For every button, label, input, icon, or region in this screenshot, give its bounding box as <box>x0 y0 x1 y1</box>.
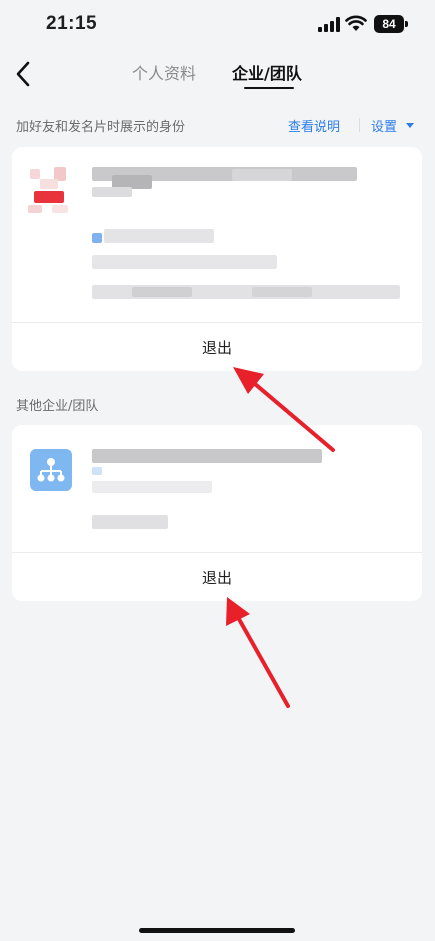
annotation-arrow-2 <box>226 597 290 708</box>
identity-section-label: 加好友和发名片时展示的身份 <box>16 120 186 135</box>
current-enterprise-card: 退出 <box>12 147 422 371</box>
help-link[interactable]: 查看说明 <box>288 116 340 135</box>
org-chart-icon <box>30 449 72 491</box>
card-divider <box>12 552 422 553</box>
battery-tip <box>405 21 408 27</box>
signal-icon <box>318 17 340 32</box>
tab-enterprise-team[interactable]: 企业/团队 <box>232 60 302 84</box>
status-bar: 21:15 84 <box>0 0 435 52</box>
status-time: 21:15 <box>46 13 98 34</box>
card-divider <box>12 322 422 323</box>
caret-down-icon[interactable] <box>406 123 414 128</box>
tab-personal-profile[interactable]: 个人资料 <box>132 60 196 84</box>
chevron-left-icon[interactable] <box>10 58 38 90</box>
home-indicator <box>139 928 295 933</box>
settings-link[interactable]: 设置 <box>371 116 397 135</box>
wifi-icon <box>345 15 367 31</box>
enterprise-logo <box>26 165 72 215</box>
active-tab-indicator <box>244 87 294 89</box>
exit-current-enterprise-button[interactable]: 退出 <box>12 337 422 358</box>
exit-other-enterprise-button[interactable]: 退出 <box>12 567 422 588</box>
other-enterprise-card: 退出 <box>12 425 422 601</box>
other-enterprises-label: 其他企业/团队 <box>16 399 99 414</box>
link-divider <box>359 118 360 132</box>
battery-level: 84 <box>382 17 396 31</box>
battery-icon: 84 <box>374 15 404 33</box>
nav-bar: 个人资料 企业/团队 <box>0 52 435 98</box>
